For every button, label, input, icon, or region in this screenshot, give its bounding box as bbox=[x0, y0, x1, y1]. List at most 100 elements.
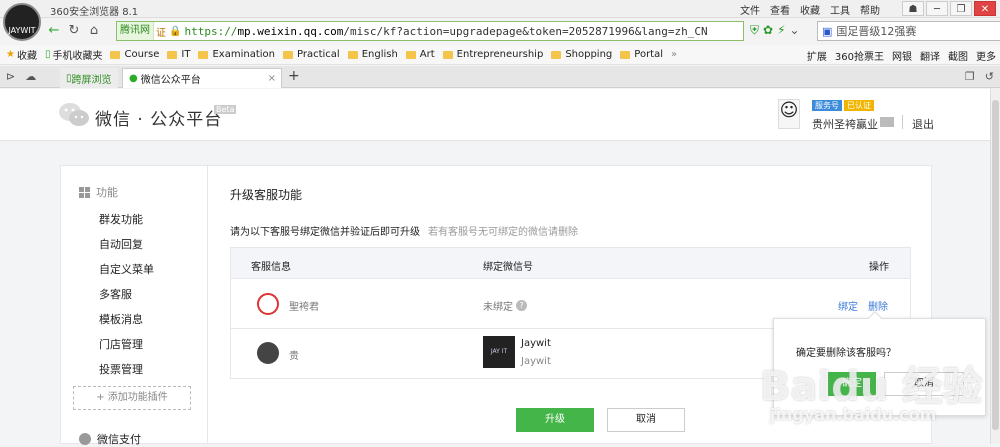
bookmark-practical[interactable]: Practical bbox=[282, 49, 340, 60]
sidebar-item-template[interactable]: 模板消息 bbox=[99, 311, 143, 327]
search-box[interactable]: ▣ 国足晋级12强赛 ⚲ bbox=[817, 21, 1000, 41]
sidebar-item-pay[interactable]: 微信支付 bbox=[79, 431, 141, 447]
sidebar-item-multi-service[interactable]: 多客服 bbox=[99, 286, 132, 302]
home-icon[interactable]: ⌂ bbox=[84, 21, 104, 41]
menu-view[interactable]: 查看 bbox=[770, 2, 790, 17]
new-tab-button[interactable]: + bbox=[288, 68, 300, 84]
scrollbar-thumb[interactable] bbox=[992, 100, 999, 430]
sidebar-item-store[interactable]: 门店管理 bbox=[99, 336, 143, 352]
more-button[interactable]: 更多 bbox=[976, 48, 996, 63]
maximize-button[interactable]: ❐ bbox=[950, 1, 972, 16]
sidebar-item-vote[interactable]: 投票管理 bbox=[99, 361, 143, 377]
cert-badge[interactable]: 证 bbox=[156, 24, 166, 39]
pay-icon bbox=[79, 433, 91, 445]
delete-link[interactable]: 删除 bbox=[868, 298, 888, 313]
shield-icon[interactable]: ⛨ bbox=[750, 23, 759, 38]
menu-file[interactable]: 文件 bbox=[740, 2, 760, 17]
bookmark-art[interactable]: Art bbox=[405, 49, 435, 60]
bookmark-examination[interactable]: Examination bbox=[198, 49, 275, 60]
bookmark-portal[interactable]: Portal bbox=[620, 49, 663, 60]
tab-bar: ⊳ ☁ ▯ 跨屏浏览 ● 微信公众平台 × + ❐ ↺ bbox=[0, 66, 1000, 88]
brand-title[interactable]: 微信 · 公众平台 bbox=[95, 105, 222, 130]
account-name[interactable]: 贵州圣袴贏业 bbox=[812, 116, 878, 132]
upgrade-button[interactable]: 升级 bbox=[516, 408, 594, 432]
sidebar-title-label: 功能 bbox=[96, 186, 118, 199]
bookmark-label: English bbox=[361, 49, 398, 60]
clover-icon[interactable]: ✿ bbox=[763, 23, 773, 38]
status-text: 未绑定 bbox=[483, 302, 513, 313]
bookmark-mobile[interactable]: ▯ 手机收藏夹 bbox=[45, 47, 103, 62]
avatar[interactable]: ☺ bbox=[778, 99, 800, 129]
mail-icon[interactable] bbox=[880, 117, 894, 127]
sidebar-toggle-icon[interactable]: ⊳ bbox=[6, 70, 15, 83]
close-button[interactable]: ✕ bbox=[974, 1, 996, 16]
search-text: 国足晋级12强赛 bbox=[836, 25, 917, 38]
bookmark-course[interactable]: Course bbox=[110, 49, 159, 60]
sidebar-item-custom-menu[interactable]: 自定义菜单 bbox=[99, 261, 154, 277]
help-icon[interactable]: ? bbox=[516, 300, 527, 311]
tab-wechat-mp[interactable]: ● 微信公众平台 × bbox=[122, 68, 282, 88]
translate-button[interactable]: 翻译 bbox=[920, 48, 940, 63]
security-icons: ⛨ ✿ ⚡ ⌄ bbox=[750, 23, 800, 38]
lock-icon: 🔒 bbox=[169, 25, 182, 37]
menu-tools[interactable]: 工具 bbox=[830, 2, 850, 17]
minimize-button[interactable]: ─ bbox=[926, 1, 948, 16]
menu-help[interactable]: 帮助 bbox=[860, 2, 880, 17]
wechat-icon: ● bbox=[129, 73, 138, 84]
cloud-icon[interactable]: ☁ bbox=[25, 70, 36, 83]
bookmark-label: 手机收藏夹 bbox=[52, 51, 103, 62]
pay-label: 微信支付 bbox=[97, 433, 141, 446]
bookmark-label: Practical bbox=[296, 49, 340, 60]
header-op: 操作 bbox=[869, 262, 889, 273]
reload-icon[interactable]: ↻ bbox=[64, 21, 84, 41]
phone-icon: ▯ bbox=[44, 49, 51, 60]
folder-icon bbox=[167, 50, 178, 59]
url-text[interactable]: https://mp.weixin.qq.com/misc/kf?action=… bbox=[184, 25, 707, 38]
bookmark-entrepreneurship[interactable]: Entrepreneurship bbox=[442, 49, 543, 60]
bind-status: 未绑定? bbox=[483, 298, 527, 313]
menu-favorites[interactable]: 收藏 bbox=[800, 2, 820, 17]
wechat-logo-icon bbox=[59, 103, 89, 126]
bookmark-it[interactable]: IT bbox=[167, 49, 190, 60]
bookmark-label: IT bbox=[181, 49, 191, 60]
folder-icon bbox=[198, 50, 209, 59]
sidebar-item-auto-reply[interactable]: 自动回复 bbox=[99, 236, 143, 252]
bookmark-shopping[interactable]: Shopping bbox=[551, 49, 612, 60]
lightning-icon[interactable]: ⚡ bbox=[777, 23, 785, 38]
extensions-button[interactable]: 扩展 bbox=[807, 48, 827, 63]
bank-button[interactable]: 网银 bbox=[892, 48, 912, 63]
hint-text: 若有客服号无可绑定的微信请删除 bbox=[428, 227, 578, 238]
cancel-button[interactable]: 取消 bbox=[607, 408, 685, 432]
watermark-logo: Baidu 经验 bbox=[760, 364, 983, 410]
bookmark-favorites[interactable]: ★ 收藏 bbox=[6, 47, 37, 62]
restore-icon[interactable]: ↺ bbox=[985, 70, 994, 83]
page-description: 请为以下客服号绑定微信并验证后即可升级 若有客服号无可绑定的微信请删除 bbox=[230, 223, 578, 238]
sidebar: 功能 群发功能 自动回复 自定义菜单 多客服 模板消息 门店管理 投票管理 + … bbox=[60, 165, 208, 447]
back-icon[interactable]: ← bbox=[44, 21, 64, 41]
folder-icon bbox=[551, 50, 562, 59]
wechat-avatar: JAY IT bbox=[483, 336, 515, 368]
search-engine-icon[interactable]: ▣ bbox=[822, 25, 832, 38]
tab-cross-screen[interactable]: ▯ 跨屏浏览 bbox=[60, 68, 118, 88]
bookmark-english[interactable]: English bbox=[347, 49, 398, 60]
screenshot-button[interactable]: 截图 bbox=[948, 48, 968, 63]
bind-link[interactable]: 绑定 bbox=[838, 298, 858, 313]
header-info: 客服信息 bbox=[251, 262, 291, 273]
sidebar-item-broadcast[interactable]: 群发功能 bbox=[99, 211, 143, 227]
close-tab-icon[interactable]: × bbox=[268, 73, 276, 84]
add-plugin-button[interactable]: + 添加功能插件 bbox=[73, 386, 191, 410]
skin-button[interactable]: ☗ bbox=[902, 1, 924, 16]
bookmarks-more-button[interactable]: » bbox=[671, 49, 677, 60]
ticket-button[interactable]: 360抢票王 bbox=[835, 48, 884, 63]
address-bar[interactable]: 腾讯网 证 🔒 https://mp.weixin.qq.com/misc/kf… bbox=[116, 21, 744, 41]
logout-link[interactable]: 退出 bbox=[912, 116, 934, 132]
page-scrollbar[interactable] bbox=[990, 88, 1000, 444]
row-avatar bbox=[257, 293, 279, 315]
dropdown-icon[interactable]: ⌄ bbox=[790, 23, 800, 38]
bookmark-label: Examination bbox=[212, 49, 275, 60]
watermark-url: jingyan.baidu.com bbox=[770, 405, 937, 424]
app-title: 360安全浏览器 8.1 bbox=[50, 7, 139, 18]
bookmark-label: Art bbox=[419, 49, 435, 60]
sidebar-title: 功能 bbox=[79, 184, 118, 200]
tab-list-icon[interactable]: ❐ bbox=[965, 70, 975, 83]
